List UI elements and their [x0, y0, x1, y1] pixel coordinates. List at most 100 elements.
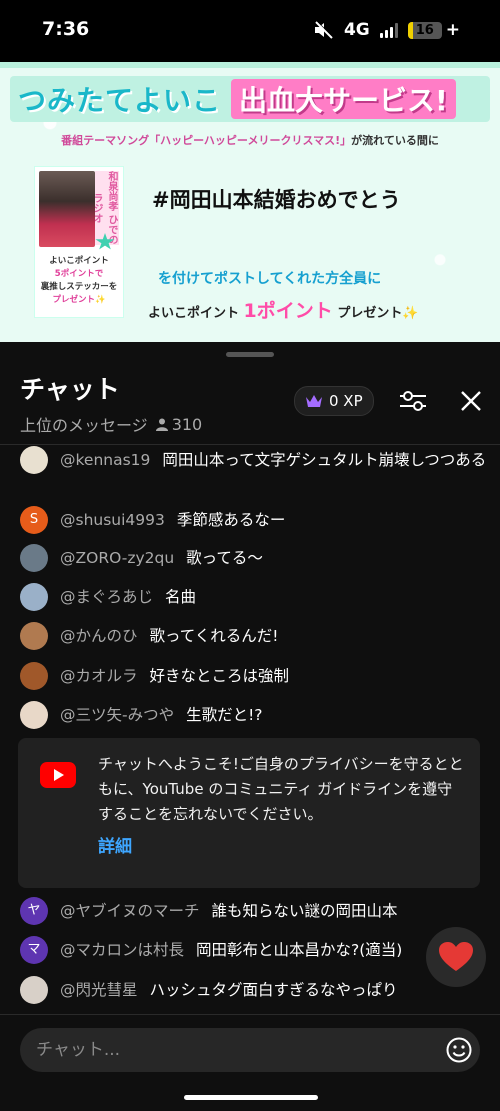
card-line1: よいこポイント [49, 256, 109, 266]
drag-handle[interactable] [226, 352, 274, 357]
chat-message[interactable]: @かんのひ 歌ってくれるんだ! [20, 622, 490, 650]
reward-suffix: プレゼント✨ [337, 306, 419, 321]
message-text: ハッシュタグ面白すぎるなやっぱり [149, 981, 398, 999]
message-author[interactable]: @三ツ矢-みつや [60, 706, 174, 724]
message-author[interactable]: @ZORO-zy2qu [60, 549, 174, 567]
xp-badge[interactable]: 0 XP [294, 386, 374, 416]
chat-message[interactable]: ヤ @ヤブイヌのマーチ 誰も知らない謎の岡田山本 [20, 897, 490, 925]
chat-message[interactable]: @ZORO-zy2qu 歌ってる〜 [20, 544, 490, 572]
avatar[interactable] [20, 701, 48, 729]
chat-message[interactable]: @閃光彗星 ハッシュタグ面白すぎるなやっぱり [20, 976, 490, 1004]
welcome-notice: チャットへようこそ!ご自身のプライバシーを守るとともに、YouTube のコミュ… [18, 738, 480, 888]
chat-message[interactable]: @まぐろあじ 名曲 [20, 583, 490, 611]
card-line4: プレゼント✨ [52, 295, 106, 305]
banner-cta: を付けてポストしてくれた方全員に [158, 271, 382, 287]
person-icon [155, 418, 168, 431]
avatar[interactable] [20, 583, 48, 611]
avatar[interactable] [20, 446, 48, 474]
card-line3: 裏推しステッカーを [40, 282, 118, 292]
close-icon[interactable] [458, 388, 484, 414]
chat-input[interactable] [20, 1028, 480, 1072]
avatar[interactable]: ヤ [20, 897, 48, 925]
card-line2: 5ポイントで [54, 269, 104, 279]
chat-message[interactable]: マ @マカロンは村長 岡田彰布と山本昌かな?(適当) [20, 936, 490, 964]
message-author[interactable]: @カオルラ [60, 667, 138, 685]
network-label: 4G [343, 20, 370, 40]
banner-song: 番組テーマソング「ハッピーハッピーメリークリスマス!」 [61, 134, 352, 147]
chat-message[interactable]: @三ツ矢-みつや 生歌だと!? [20, 701, 490, 729]
stream-banner: つみたてよいこ 出血大サービス! 番組テーマソング「ハッピーハッピーメリークリス… [0, 62, 500, 342]
message-author[interactable]: @まぐろあじ [60, 588, 153, 606]
chat-message[interactable]: @カオルラ 好きなところは強制 [20, 662, 490, 690]
avatar[interactable] [20, 976, 48, 1004]
sticker-card: 和泉尚孝 ひでのラジオ よいこポイント 5ポイントで 裏推しステッカーを プレゼ… [34, 166, 124, 318]
chat-title: チャット [20, 375, 120, 404]
message-body: @マカロンは村長 岡田彰布と山本昌かな?(適当) [60, 938, 402, 964]
reward-amount: 1ポイント [243, 300, 333, 322]
message-body: @ヤブイヌのマーチ 誰も知らない謎の岡田山本 [60, 899, 398, 925]
message-text: 誰も知らない謎の岡田山本 [211, 902, 398, 920]
viewer-count-value: 310 [171, 414, 203, 434]
message-text: 季節感あるなー [176, 511, 286, 529]
message-body: @shusui4993 季節感あるなー [60, 508, 285, 534]
message-text: 歌ってる〜 [186, 549, 263, 567]
message-body: @閃光彗星 ハッシュタグ面白すぎるなやっぱり [60, 978, 398, 1004]
chat-message[interactable]: @kennas19 岡田山本って文字ゲシュタルト崩壊しつつある [20, 446, 490, 474]
avatar[interactable]: S [20, 506, 48, 534]
status-indicators: 4G 16 + [314, 20, 460, 40]
message-author[interactable]: @マカロンは村長 [60, 941, 184, 959]
filter-icon[interactable] [398, 388, 428, 414]
message-author[interactable]: @ヤブイヌのマーチ [60, 902, 200, 920]
emoji-icon[interactable] [445, 1036, 473, 1064]
message-text: 名曲 [165, 588, 197, 606]
battery-level: 16 [415, 22, 434, 38]
welcome-text: チャットへようこそ!ご自身のプライバシーを守るとともに、YouTube のコミュ… [98, 755, 464, 823]
message-text: 岡田彰布と山本昌かな?(適当) [196, 941, 403, 959]
card-photo [39, 171, 95, 247]
input-divider [0, 1014, 500, 1015]
battery-icon: 16 [407, 21, 442, 39]
message-text: 岡田山本って文字ゲシュタルト崩壊しつつある [162, 451, 487, 469]
message-body: @カオルラ 好きなところは強制 [60, 664, 289, 690]
chat-mode-label[interactable]: 上位のメッセージ [20, 412, 148, 436]
status-bar: 7:36 4G 16 + [0, 0, 500, 62]
message-text: 歌ってくれるんだ! [149, 627, 279, 645]
chat-message[interactable]: S @shusui4993 季節感あるなー [20, 506, 490, 534]
message-body: @かんのひ 歌ってくれるんだ! [60, 624, 279, 650]
message-author[interactable]: @かんのひ [60, 627, 138, 645]
header-divider [0, 444, 500, 445]
banner-subtitle: 番組テーマソング「ハッピーハッピーメリークリスマス!」が流れている間に [0, 132, 500, 148]
card-vertical-text: 和泉尚孝 ひでのラジオ [95, 171, 119, 245]
xp-value: 0 XP [329, 392, 363, 410]
chat-mode-row[interactable]: 上位のメッセージ 310 [20, 412, 202, 436]
charging-plus-icon: + [445, 20, 460, 40]
signal-icon [379, 22, 398, 38]
home-indicator [184, 1095, 318, 1100]
message-body: @三ツ矢-みつや 生歌だと!? [60, 703, 263, 729]
message-author[interactable]: @閃光彗星 [60, 981, 138, 999]
youtube-icon [40, 762, 76, 788]
status-time: 7:36 [42, 18, 90, 40]
heart-icon [439, 942, 473, 971]
learn-more-link[interactable]: 詳細 [98, 832, 132, 857]
viewer-count: 310 [155, 414, 203, 434]
banner-promo: 出血大サービス! [231, 79, 456, 119]
message-author[interactable]: @shusui4993 [60, 511, 165, 529]
mute-icon [314, 21, 334, 39]
banner-header: つみたてよいこ 出血大サービス! [10, 76, 490, 122]
chat-panel: チャット 上位のメッセージ 310 0 XP @kennas19 岡田山本って文字… [0, 342, 500, 1111]
banner-reward: よいこポイント 1ポイント プレゼント✨ [148, 296, 419, 323]
message-text: 生歌だと!? [186, 706, 263, 724]
reaction-button[interactable] [426, 927, 486, 987]
avatar[interactable] [20, 622, 48, 650]
card-text: よいこポイント 5ポイントで 裏推しステッカーを プレゼント✨ [37, 255, 121, 307]
banner-brand: つみたてよいこ [18, 84, 222, 117]
message-text: 好きなところは強制 [149, 667, 290, 685]
reward-prefix: よいこポイント [148, 306, 240, 321]
message-body: @まぐろあじ 名曲 [60, 585, 196, 611]
avatar[interactable] [20, 662, 48, 690]
avatar[interactable] [20, 544, 48, 572]
crown-icon [306, 395, 322, 407]
message-author[interactable]: @kennas19 [60, 451, 150, 469]
avatar[interactable]: マ [20, 936, 48, 964]
